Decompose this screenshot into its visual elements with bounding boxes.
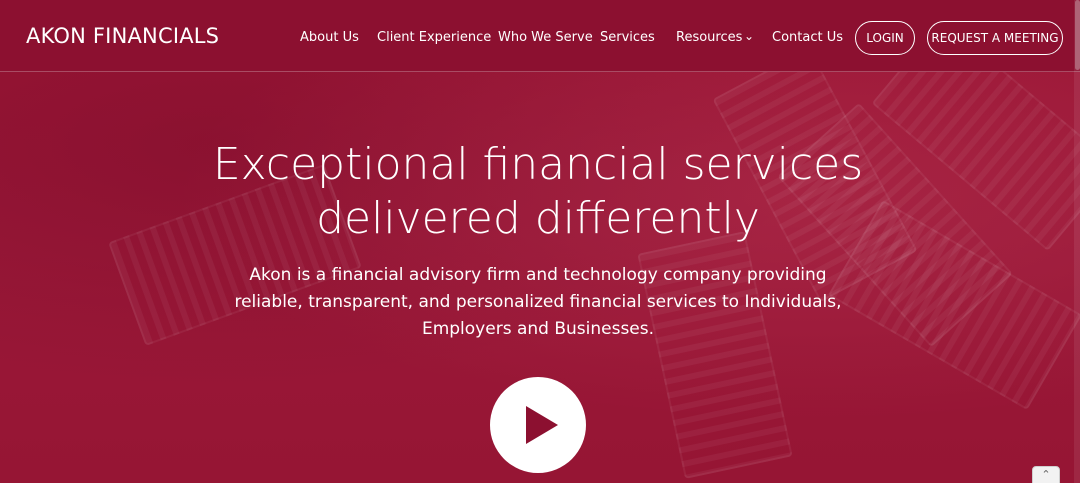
page: AKON FINANCIALS About Us Client Experien… — [0, 0, 1080, 483]
nav-services[interactable]: Services — [600, 30, 655, 45]
nav-client-experience[interactable]: Client Experience — [377, 30, 491, 45]
chevron-down-icon[interactable]: ⌄ — [744, 29, 754, 43]
hero-title: Exceptional financial services delivered… — [0, 138, 1076, 246]
brand-logo[interactable]: AKON FINANCIALS — [26, 24, 219, 48]
chevron-up-icon: ⌃ — [1041, 468, 1051, 481]
hero-title-line1: Exceptional financial services — [212, 139, 864, 190]
scrollbar-track[interactable] — [1074, 0, 1080, 483]
hero-subtitle: Akon is a financial advisory firm and te… — [234, 265, 842, 339]
nav-about-us[interactable]: About Us — [300, 30, 359, 45]
back-to-top-button[interactable]: ⌃ — [1032, 466, 1060, 483]
scrollbar-thumb[interactable] — [1075, 0, 1080, 70]
nav-contact-us[interactable]: Contact Us — [772, 30, 843, 45]
nav-who-we-serve[interactable]: Who We Serve — [498, 30, 593, 45]
play-video-button[interactable] — [490, 377, 586, 473]
hero-title-line2: delivered differently — [316, 193, 760, 244]
navbar: AKON FINANCIALS About Us Client Experien… — [0, 0, 1080, 72]
nav-resources[interactable]: Resources — [676, 30, 742, 45]
play-icon — [526, 406, 558, 444]
request-meeting-button[interactable]: REQUEST A MEETING — [927, 21, 1063, 55]
login-button[interactable]: LOGIN — [855, 21, 915, 55]
